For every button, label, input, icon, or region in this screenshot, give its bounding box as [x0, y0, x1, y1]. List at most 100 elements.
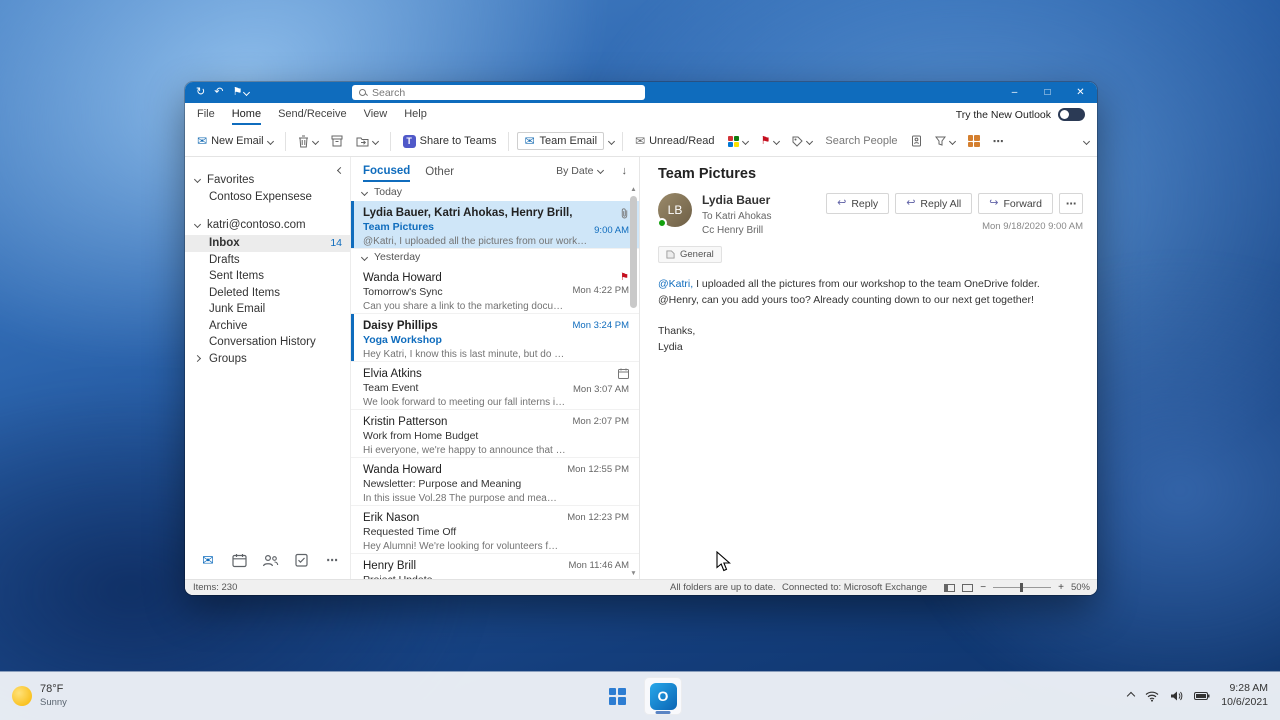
connection-status: Connected to: Microsoft Exchange — [782, 582, 927, 593]
zoom-out-button[interactable]: − — [980, 583, 986, 593]
sender-avatar[interactable]: LB — [658, 193, 692, 227]
search-people-box[interactable]: Search People — [821, 132, 901, 150]
ribbon-overflow-button[interactable]: ⋯ — [989, 132, 1008, 151]
menu-tab-view[interactable]: View — [364, 104, 388, 125]
archive-button[interactable] — [327, 132, 347, 150]
zoom-slider-thumb[interactable] — [1020, 583, 1023, 592]
ribbon-collapse-chevron[interactable] — [1084, 135, 1089, 147]
sidebar-folder-inbox[interactable]: Inbox14 — [185, 235, 350, 252]
wifi-icon[interactable] — [1145, 690, 1159, 702]
start-button[interactable] — [598, 677, 636, 715]
email-group-header[interactable]: Today — [351, 184, 639, 201]
favorites-header[interactable]: Favorites — [185, 171, 350, 188]
sidebar-folder-junk-email[interactable]: Junk Email — [185, 301, 350, 318]
mention-link[interactable]: @Katri, — [658, 278, 693, 290]
move-button[interactable] — [352, 133, 382, 150]
speaker-icon[interactable] — [1170, 690, 1183, 702]
share-to-teams-button[interactable]: T Share to Teams — [399, 132, 501, 151]
undo-icon[interactable]: ↶ — [214, 87, 223, 98]
tray-overflow-chevron[interactable] — [1128, 693, 1134, 699]
zoom-level[interactable]: 50% — [1071, 582, 1090, 593]
filter-email-button[interactable] — [931, 133, 959, 149]
more-modules-icon[interactable]: ⋯ — [323, 551, 341, 569]
menu-tab-file[interactable]: File — [197, 104, 215, 125]
categorize-button[interactable] — [724, 133, 752, 150]
delete-button[interactable] — [294, 132, 322, 151]
zoom-in-button[interactable]: + — [1058, 583, 1064, 593]
desktop-wallpaper: ↻ ↶ ⚑ Search – □ ✕ File Home Send/Receive V… — [0, 0, 1280, 720]
email-list-item[interactable]: Elvia AtkinsTeam EventWe look forward to… — [351, 362, 639, 410]
menu-tab-sendreceive[interactable]: Send/Receive — [278, 104, 347, 125]
body-text: I uploaded all the pictures from our wor… — [658, 278, 1040, 306]
maximize-button[interactable]: □ — [1031, 82, 1064, 103]
scroll-up-arrow[interactable]: ▲ — [630, 185, 636, 194]
scroll-down-arrow[interactable]: ▼ — [630, 569, 636, 578]
taskbar-outlook-button[interactable]: O — [644, 677, 682, 715]
tags-more-button[interactable] — [788, 133, 816, 150]
email-list-item[interactable]: Lydia Bauer, Katri Ahokas, Henry Brill,T… — [351, 201, 639, 249]
sender-name[interactable]: Lydia Bauer — [702, 193, 771, 209]
email-list-item[interactable]: Daisy PhillipsYoga WorkshopHey Katri, I … — [351, 314, 639, 362]
follow-up-button[interactable]: ⚑ — [757, 133, 784, 150]
sidebar-folder-archive[interactable]: Archive — [185, 318, 350, 335]
sidebar-folder-drafts[interactable]: Drafts — [185, 252, 350, 269]
taskbar-clock[interactable]: 9:28 AM 10/6/2021 — [1221, 682, 1268, 709]
message-more-actions-button[interactable]: ⋯ — [1059, 193, 1083, 214]
forward-button[interactable]: ↪ Forward — [978, 193, 1053, 214]
minimize-button[interactable]: – — [998, 82, 1031, 103]
menu-tab-home[interactable]: Home — [232, 104, 261, 125]
email-list-item[interactable]: Wanda HowardNewsletter: Purpose and Mean… — [351, 458, 639, 506]
reading-view-icon[interactable] — [944, 584, 955, 592]
tab-other[interactable]: Other — [425, 161, 454, 181]
sidebar-folder-deleted-items[interactable]: Deleted Items — [185, 285, 350, 302]
battery-icon[interactable] — [1194, 691, 1210, 701]
close-button[interactable]: ✕ — [1064, 82, 1097, 103]
address-book-button[interactable] — [907, 132, 926, 150]
try-new-outlook: Try the New Outlook — [956, 108, 1085, 121]
people-module-icon[interactable] — [261, 551, 279, 569]
quick-flag-icon[interactable]: ⚑ — [232, 87, 249, 98]
calendar-module-icon[interactable] — [230, 551, 248, 569]
search-input[interactable]: Search — [352, 85, 645, 100]
message-list-scrollbar[interactable]: ▲ ▼ — [628, 184, 639, 579]
sort-by-date-dropdown[interactable]: By Date — [556, 165, 602, 177]
quick-steps-gallery-chevron[interactable] — [608, 137, 615, 144]
get-addins-button[interactable] — [964, 132, 984, 150]
email-list-item[interactable]: Kristin PattersonWork from Home BudgetHi… — [351, 410, 639, 458]
filter-sort-icon[interactable]: ↓ — [622, 165, 628, 177]
account-label: katri@contoso.com — [207, 219, 306, 231]
sidebar-folder-sent-items[interactable]: Sent Items — [185, 268, 350, 285]
email-group-header[interactable]: Yesterday — [351, 249, 639, 266]
tab-focused[interactable]: Focused — [363, 160, 410, 182]
menu-items: File Home Send/Receive View Help — [197, 104, 427, 125]
mail-module-icon[interactable]: ✉ — [199, 551, 217, 569]
tasks-module-icon[interactable] — [292, 551, 310, 569]
send-receive-icon[interactable]: ↻ — [196, 87, 205, 98]
reply-button[interactable]: ↩ Reply — [826, 193, 889, 214]
reply-all-button[interactable]: ↩ Reply All — [895, 193, 972, 214]
sidebar-folder-conversation-history[interactable]: Conversation History — [185, 334, 350, 351]
quick-steps-team-email[interactable]: ✉ Team Email — [517, 132, 604, 150]
sensitivity-label[interactable]: General — [658, 246, 722, 263]
more-commands-label: ⋯ — [993, 135, 1004, 148]
zoom-slider[interactable] — [993, 587, 1051, 588]
favorite-item-contoso-expensese[interactable]: Contoso Expensese — [185, 188, 350, 205]
account-header[interactable]: katri@contoso.com — [185, 216, 350, 233]
menu-tab-help[interactable]: Help — [404, 104, 427, 125]
cc-recipients[interactable]: Cc Henry Brill — [702, 224, 771, 237]
menu-bar: File Home Send/Receive View Help Try the New… — [185, 103, 1097, 126]
unread-read-button[interactable]: ✉ Unread/Read — [631, 132, 719, 150]
weather-widget[interactable]: 78°F Sunny — [12, 672, 67, 720]
layout-view-icon[interactable] — [962, 584, 973, 592]
email-list-item[interactable]: Erik NasonRequested Time OffHey Alumni! … — [351, 506, 639, 554]
scrollbar-thumb[interactable] — [630, 196, 637, 308]
email-list-item[interactable]: Wanda HowardTomorrow's SyncCan you share… — [351, 266, 639, 314]
new-outlook-toggle[interactable] — [1058, 108, 1085, 121]
collapse-sidebar-button[interactable] — [338, 164, 343, 176]
new-email-label: New Email — [211, 135, 264, 147]
email-list-item[interactable]: Henry BrillProject UpdateMon 11:46 AM — [351, 554, 639, 579]
new-email-button[interactable]: ✉ New Email — [193, 132, 277, 150]
sidebar-folder-groups[interactable]: Groups — [185, 351, 350, 368]
to-recipients[interactable]: To Katri Ahokas — [702, 210, 771, 223]
title-bar[interactable]: ↻ ↶ ⚑ Search – □ ✕ — [185, 82, 1097, 103]
